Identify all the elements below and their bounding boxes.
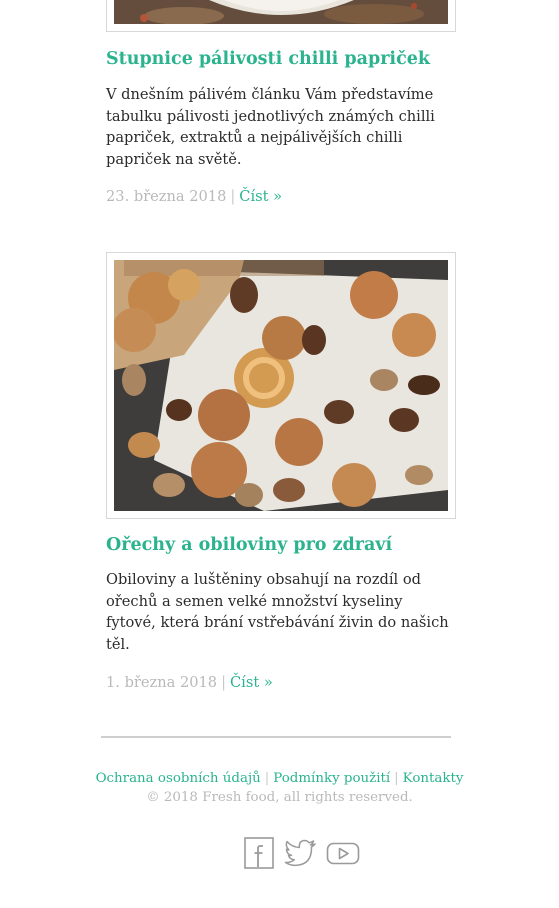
footer-link-contacts[interactable]: Kontakty [403,771,464,786]
article-meta: 1. března 2018 | Číst » [106,674,456,691]
read-more-link[interactable]: Číst » [239,188,282,205]
meta-separator: | [230,188,236,205]
read-more-link[interactable]: Číst » [230,674,273,691]
article-excerpt: Obiloviny a luštěniny obsahují na rozdíl… [106,571,449,653]
article-excerpt: V dnešním pálivém článku Vám představíme… [106,86,435,168]
article-nuts: Ořechy a obiloviny pro zdraví Obiloviny … [106,252,456,691]
meta-separator: | [221,674,227,691]
chilli-image [114,0,448,24]
footer-separator: | [264,771,270,786]
social-links [0,836,559,872]
article-date: 1. března 2018 [106,674,218,691]
copyright: © 2018 Fresh food, all rights reserved. [146,790,413,805]
footer-link-terms[interactable]: Podmínky použití [273,771,390,786]
article-chilli: Stupnice pálivosti chilli papriček V dne… [106,0,456,205]
youtube-icon[interactable] [326,836,360,874]
footer-links: Ochrana osobních údajů | Podmínky použití |… [0,771,559,786]
article-title[interactable]: Ořechy a obiloviny pro zdraví [106,534,456,556]
article-date: 23. března 2018 [106,188,227,205]
article-thumbnail-chilli[interactable] [106,0,456,32]
footer-link-privacy[interactable]: Ochrana osobních údajů [96,771,261,786]
article-thumbnail-nuts[interactable] [106,252,456,519]
nuts-image [114,260,448,511]
twitter-icon[interactable] [284,836,318,874]
footer-divider [101,736,451,738]
facebook-icon[interactable] [244,836,274,874]
footer-separator: | [394,771,399,786]
article-title[interactable]: Stupnice pálivosti chilli papriček [106,48,456,70]
article-meta: 23. března 2018 | Číst » [106,188,456,205]
